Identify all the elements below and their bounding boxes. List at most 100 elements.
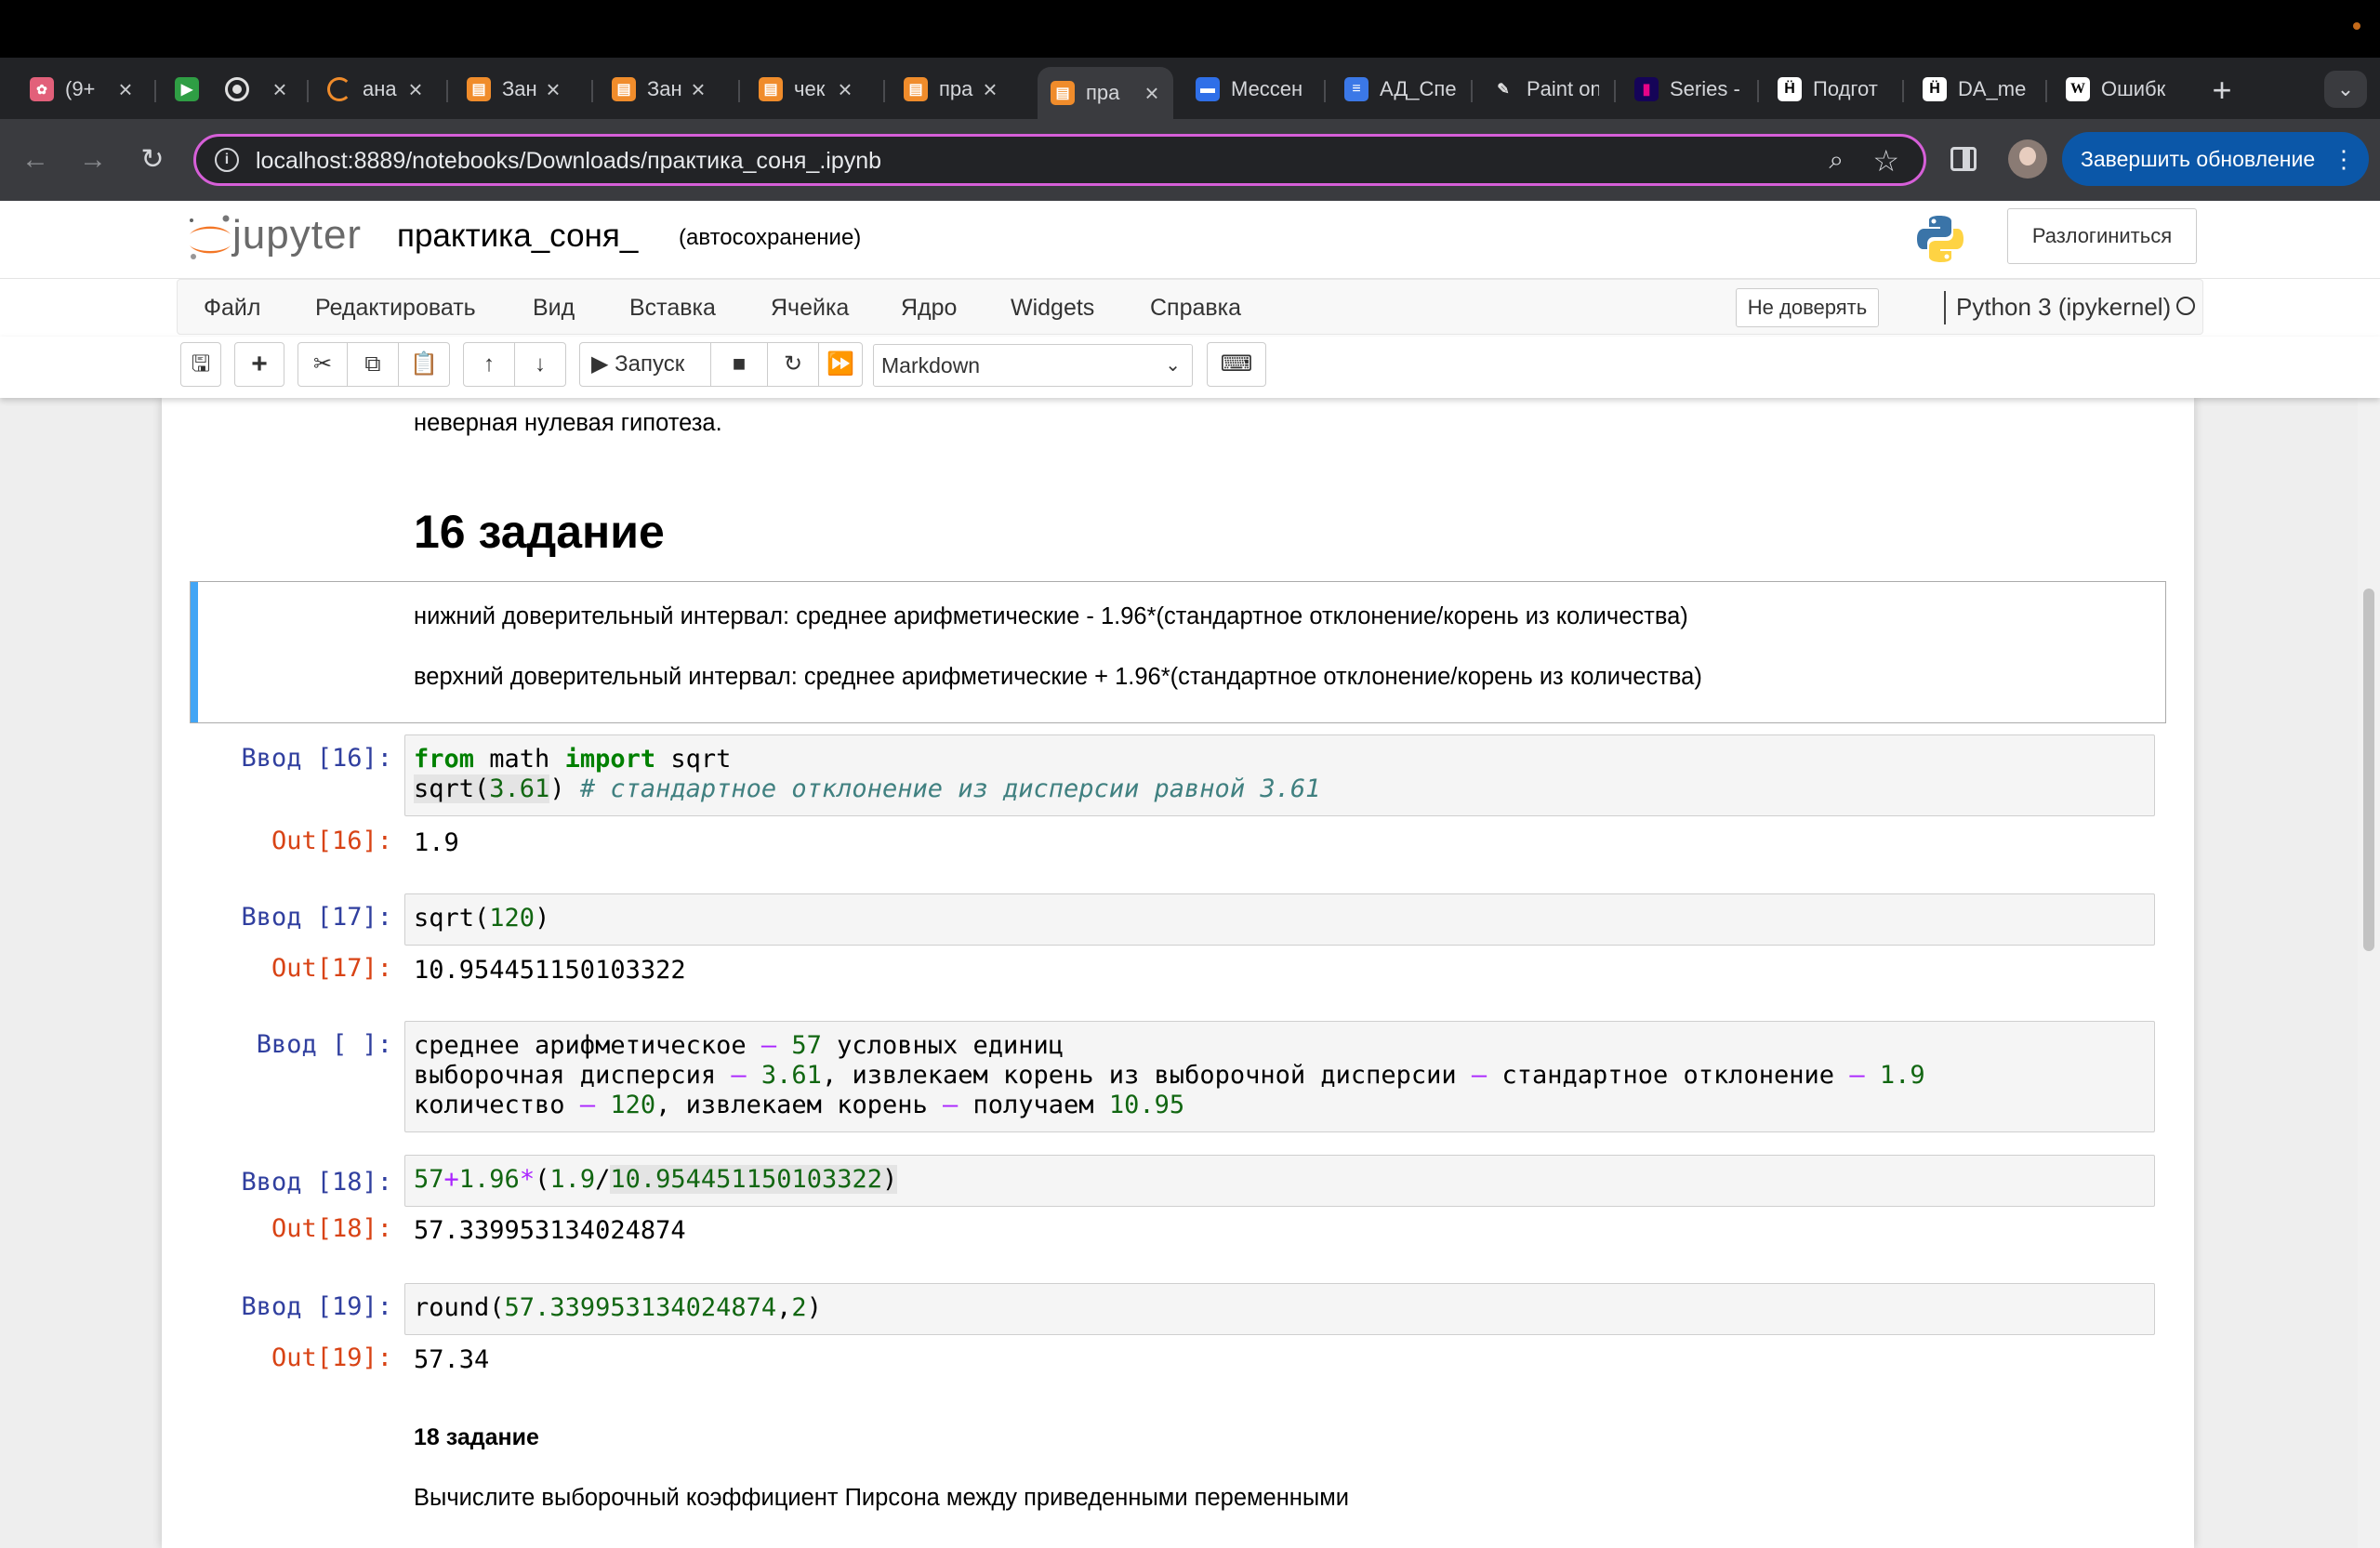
side-panel-icon[interactable] [1950,147,1977,171]
run-button[interactable]: ▶ Запуск [579,342,711,387]
task-18-text: Вычислите выборочный коэффициент Пирсона… [414,1485,1349,1511]
url-omnibox[interactable]: i localhost:8889/notebooks/Downloads/пра… [193,134,1926,186]
move-up-icon[interactable]: ↑ [463,342,515,387]
output-prompt: Out[17]: [271,954,392,983]
browser-tab[interactable]: Ḧ DA_me [1910,67,2029,112]
browser-tab[interactable]: ≡ АД_Спе [1331,67,1473,112]
menu-cell[interactable]: Ячейка [771,295,849,322]
url-text[interactable]: localhost:8889/notebooks/Downloads/практ… [256,148,881,175]
logout-button[interactable]: Разлогиниться [2007,208,2197,264]
more-menu-icon[interactable]: ⋮ [2332,132,2356,186]
menu-view[interactable]: Вид [533,295,575,322]
menu-edit[interactable]: Редактировать [315,295,476,322]
address-bar-row: ← → ↻ i localhost:8889/notebooks/Downloa… [0,119,2380,201]
input-prompt: Ввод [18]: [241,1168,392,1197]
kernel-name[interactable]: Python 3 (ipykernel) [1956,293,2171,322]
browser-tab[interactable]: ▤ Зан × [454,67,575,112]
close-tab-icon[interactable]: × [688,75,708,104]
paintbrush-icon: ✎ [1497,82,1510,98]
input-prompt: Ввод [ ]: [256,1030,392,1059]
heading-18: 18 задание [414,1424,539,1450]
save-icon[interactable]: 🖫 [180,342,221,387]
browser-tab[interactable]: ана × [314,67,437,112]
notebook-area[interactable]: неверная нулевая гипотеза. 16 задание ни… [0,398,2358,1548]
hse-icon: Ḧ [1778,77,1802,101]
code-cell-18[interactable]: 57+1.96*(1.9/10.954451150103322) [404,1155,2155,1207]
jupyter-wordmark: jupyter [232,212,363,258]
markdown-text: неверная нулевая гипотеза. [414,410,722,436]
output-16: 1.9 [414,828,459,857]
autosave-status: (автосохранение) [679,225,862,250]
jupyter-logo-icon[interactable] [182,210,238,266]
close-tab-icon[interactable]: × [405,75,426,104]
close-tab-icon[interactable]: × [835,75,855,104]
selected-markdown-cell[interactable]: нижний доверительный интервал: среднее а… [190,581,2166,723]
trust-button[interactable]: Не доверять [1736,288,1879,327]
menu-file[interactable]: Файл [204,295,260,322]
scrollbar-thumb[interactable] [2363,589,2374,951]
restart-icon[interactable]: ↻ [767,342,819,387]
finish-update-button[interactable]: Завершить обновление ⋮ [2062,132,2369,186]
browser-tab[interactable]: ▤ Зан × [599,67,720,112]
menu-widgets[interactable]: Widgets [1011,295,1094,322]
back-arrow-icon[interactable]: ← [15,139,56,180]
vertical-scrollbar[interactable] [2358,398,2380,1548]
notebook-icon: ▤ [759,77,783,101]
profile-avatar[interactable] [2008,139,2047,179]
output-17: 10.954451150103322 [414,956,686,985]
window-title-bar [0,0,2380,58]
browser-tab[interactable]: ▤ чек × [746,67,866,112]
menu-insert[interactable]: Вставка [629,295,716,322]
paste-icon[interactable]: 📋 [398,342,450,387]
browser-tab[interactable]: ▮ Series - [1621,67,1740,112]
browser-tab[interactable]: ✿ (9+ × [17,67,147,112]
cell-type-select[interactable]: Markdown ⌄ [873,344,1193,387]
code-cell-17[interactable]: sqrt(120) [404,893,2155,946]
close-tab-icon[interactable]: × [980,75,1000,104]
output-prompt: Out[16]: [271,827,392,855]
browser-tab[interactable]: ▬ Мессен [1183,67,1322,112]
zoom-icon[interactable]: ⌕ [1829,145,1844,176]
reload-icon[interactable]: ↻ [132,139,173,180]
new-tab-button[interactable]: + [2203,73,2241,110]
site-info-icon[interactable]: i [215,148,239,172]
notebook-page: неверная нулевая гипотеза. 16 задание ни… [162,398,2194,1548]
code-cell-19[interactable]: round(57.339953134024874,2) [404,1283,2155,1335]
move-down-icon[interactable]: ↓ [514,342,566,387]
fast-forward-icon[interactable]: ⏩ [818,342,863,387]
browser-tab[interactable]: W Ошибк [2053,67,2181,112]
close-tab-icon[interactable]: × [115,75,136,104]
cut-icon[interactable]: ✂ [298,342,348,387]
tab-search-chevron-icon[interactable]: ⌄ [2324,71,2367,108]
copy-icon[interactable]: ⧉ [347,342,399,387]
bookmark-star-icon[interactable]: ☆ [1872,143,1899,179]
code-cell-notes[interactable]: среднее арифметическое – 57 условных еди… [404,1021,2155,1132]
notebook-icon: ▤ [904,77,928,101]
output-18: 57.339953134024874 [414,1216,686,1245]
play-icon: ▶ [591,351,609,377]
code-cell-16[interactable]: from math import sqrt sqrt(3.61) # станд… [404,734,2155,816]
close-tab-icon[interactable]: × [270,75,290,104]
python-logo-icon [1917,216,1964,262]
notebook-icon: ▤ [467,77,491,101]
browser-tab[interactable]: Ḧ Подгот [1765,67,1884,112]
close-tab-icon[interactable]: × [543,75,563,104]
menu-help[interactable]: Справка [1150,295,1241,322]
browser-tab[interactable]: ▤ пра × [891,67,1012,112]
notebook-title[interactable]: практика_соня_ [397,218,638,255]
jupyter-header: jupyter практика_соня_ (автосохранение) … [0,201,2380,279]
browser-tab[interactable]: × [212,67,301,112]
tab-strip: ✿ (9+ × ▶ × ана × ▤ Зан × ▤ Зан × ▤ чек × ▤ пра × ▤… [0,58,2380,119]
close-tab-icon[interactable]: × [1142,79,1162,108]
keyboard-icon[interactable]: ⌨ [1207,342,1266,387]
browser-tab[interactable]: ✎ Paint on [1478,67,1599,112]
browser-tab-active[interactable]: ▤ пра × [1038,67,1173,119]
meet-icon: ▶ [175,77,199,101]
forward-arrow-icon[interactable]: → [73,139,113,180]
output-prompt: Out[18]: [271,1214,392,1243]
menu-kernel[interactable]: Ядро [901,295,957,322]
notebook-icon: ▤ [612,77,636,101]
stop-icon[interactable]: ■ [710,342,768,387]
insert-cell-icon[interactable]: + [234,342,284,387]
browser-tab[interactable]: ▶ [162,67,214,112]
